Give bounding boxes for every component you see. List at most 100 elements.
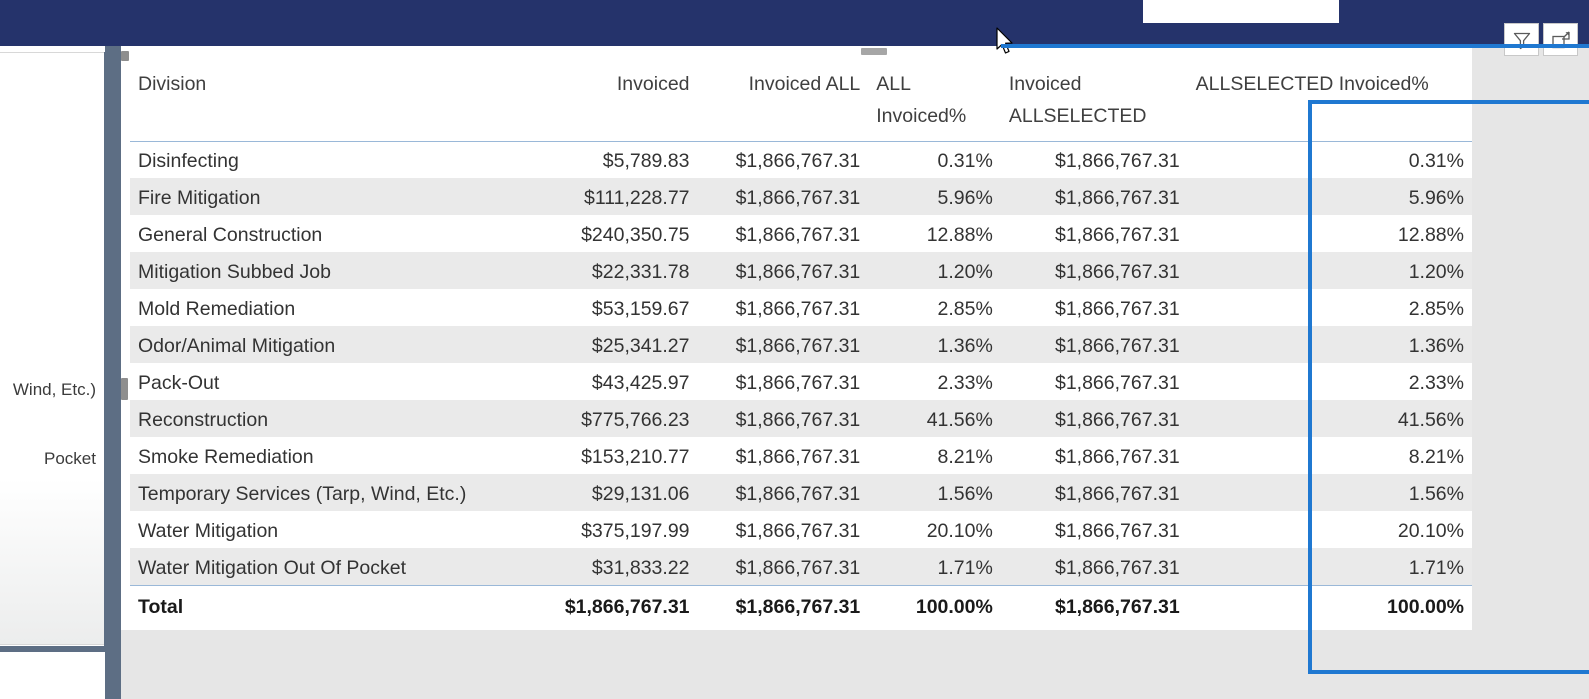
column-resize-handle-middle[interactable] <box>861 48 887 55</box>
visual-selection-accent <box>1001 44 1589 48</box>
cell-invoiced[interactable]: $375,197.99 <box>527 511 698 548</box>
cell-division[interactable]: Temporary Services (Tarp, Wind, Etc.) <box>130 474 527 511</box>
cell-invoiced[interactable]: $31,833.22 <box>526 548 698 585</box>
cell-invoiced[interactable]: $111,228.77 <box>526 178 698 215</box>
cell-invoiced-all[interactable]: $1,866,767.31 <box>698 289 869 326</box>
filter-button[interactable] <box>1504 23 1539 56</box>
cell-invoiced-allselected[interactable]: $1,866,767.31 <box>1000 400 1188 437</box>
table-row[interactable]: Odor/Animal Mitigation $25,341.27 $1,866,7… <box>130 326 1472 363</box>
cell-invoiced[interactable]: $240,350.75 <box>527 215 698 252</box>
column-header-invoiced-all[interactable]: Invoiced ALL <box>697 56 869 142</box>
cell-allselected-invoiced-pct[interactable]: 1.36% <box>1187 326 1472 363</box>
cell-all-invoiced-pct[interactable]: 1.36% <box>868 326 1001 363</box>
table-row[interactable]: Water Mitigation Out Of Pocket $31,833.22… <box>130 548 1472 585</box>
cell-invoiced[interactable]: $5,789.83 <box>527 141 698 178</box>
cell-invoiced-all[interactable]: $1,866,767.31 <box>698 215 869 252</box>
cell-division[interactable]: Fire Mitigation <box>130 178 527 215</box>
cell-all-invoiced-pct[interactable]: 1.71% <box>868 548 1001 585</box>
cell-allselected-invoiced-pct[interactable]: 1.20% <box>1187 252 1472 289</box>
cell-allselected-invoiced-pct[interactable]: 2.85% <box>1188 289 1472 326</box>
cell-invoiced-allselected[interactable]: $1,866,767.31 <box>1001 215 1188 252</box>
cell-invoiced-allselected[interactable]: $1,866,767.31 <box>1000 548 1188 585</box>
table-row[interactable]: Water Mitigation $375,197.99 $1,866,767.31… <box>130 511 1472 548</box>
table-row[interactable]: Smoke Remediation $153,210.77 $1,866,767.3… <box>130 437 1472 474</box>
cell-division[interactable]: Odor/Animal Mitigation <box>130 326 527 363</box>
cell-all-invoiced-pct[interactable]: 8.21% <box>868 437 1001 474</box>
cell-allselected-invoiced-pct[interactable]: 1.71% <box>1187 548 1472 585</box>
cell-allselected-invoiced-pct[interactable]: 12.88% <box>1188 215 1472 252</box>
table-row[interactable]: Temporary Services (Tarp, Wind, Etc.) $29… <box>130 474 1472 511</box>
cell-invoiced-all[interactable]: $1,866,767.31 <box>698 511 869 548</box>
ribbon-white-panel <box>1143 0 1339 23</box>
header-row: Division Invoiced Invoiced ALL ALL Invoi… <box>130 56 1472 142</box>
cell-invoiced-all[interactable]: $1,866,767.31 <box>698 141 869 178</box>
cell-all-invoiced-pct[interactable]: 1.56% <box>868 474 1001 511</box>
cell-invoiced-allselected[interactable]: $1,866,767.31 <box>1001 437 1188 474</box>
matrix-visual-container[interactable]: Division Invoiced Invoiced ALL ALL Invoi… <box>121 48 1589 699</box>
table-row[interactable]: Fire Mitigation $111,228.77 $1,866,767.31 5… <box>130 178 1472 215</box>
cell-invoiced-all[interactable]: $1,866,767.31 <box>697 178 869 215</box>
cell-invoiced-allselected[interactable]: $1,866,767.31 <box>1000 474 1188 511</box>
cell-allselected-invoiced-pct[interactable]: 41.56% <box>1187 400 1472 437</box>
cell-invoiced-allselected[interactable]: $1,866,767.31 <box>1000 252 1188 289</box>
row-resize-handle-left[interactable] <box>121 378 128 400</box>
table-row[interactable]: Mold Remediation $53,159.67 $1,866,767.31 2… <box>130 289 1472 326</box>
column-header-allselected-invoiced-pct[interactable]: ALLSELECTED Invoiced% <box>1187 56 1472 142</box>
cell-invoiced[interactable]: $43,425.97 <box>527 363 698 400</box>
cell-division[interactable]: Smoke Remediation <box>130 437 527 474</box>
cell-invoiced-all[interactable]: $1,866,767.31 <box>697 252 869 289</box>
cell-all-invoiced-pct[interactable]: 2.85% <box>868 289 1001 326</box>
cell-invoiced-all[interactable]: $1,866,767.31 <box>697 400 869 437</box>
cell-invoiced-allselected[interactable]: $1,866,767.31 <box>1001 289 1188 326</box>
cell-all-invoiced-pct[interactable]: 2.33% <box>868 363 1001 400</box>
cell-invoiced-allselected[interactable]: $1,866,767.31 <box>1000 326 1188 363</box>
cell-invoiced-all[interactable]: $1,866,767.31 <box>698 363 869 400</box>
cell-invoiced[interactable]: $153,210.77 <box>527 437 698 474</box>
cell-division[interactable]: Water Mitigation Out Of Pocket <box>130 548 527 585</box>
cell-division[interactable]: General Construction <box>130 215 527 252</box>
cell-invoiced-allselected[interactable]: $1,866,767.31 <box>1001 363 1188 400</box>
column-header-invoiced[interactable]: Invoiced <box>526 56 698 142</box>
cell-allselected-invoiced-pct[interactable]: 5.96% <box>1187 178 1472 215</box>
cell-invoiced[interactable]: $22,331.78 <box>526 252 698 289</box>
column-header-all-invoiced-pct[interactable]: ALL Invoiced% <box>868 56 1001 142</box>
cell-invoiced-all[interactable]: $1,866,767.31 <box>698 437 869 474</box>
cell-all-invoiced-pct[interactable]: 41.56% <box>868 400 1001 437</box>
column-header-invoiced-allselected[interactable]: Invoiced ALLSELECTED <box>1000 56 1188 142</box>
total-cell-allselected-invoiced-pct: 100.00% <box>1187 584 1472 625</box>
cell-allselected-invoiced-pct[interactable]: 0.31% <box>1188 141 1472 178</box>
cell-invoiced-all[interactable]: $1,866,767.31 <box>697 474 869 511</box>
table-row[interactable]: Pack-Out $43,425.97 $1,866,767.31 2.33% $1,8… <box>130 363 1472 400</box>
cell-invoiced-allselected[interactable]: $1,866,767.31 <box>1001 511 1188 548</box>
cell-invoiced[interactable]: $29,131.06 <box>526 474 698 511</box>
cell-all-invoiced-pct[interactable]: 20.10% <box>868 511 1001 548</box>
cell-invoiced-all[interactable]: $1,866,767.31 <box>697 548 869 585</box>
table-row[interactable]: Reconstruction $775,766.23 $1,866,767.31 41… <box>130 400 1472 437</box>
cell-invoiced[interactable]: $53,159.67 <box>527 289 698 326</box>
cell-invoiced-all[interactable]: $1,866,767.31 <box>697 326 869 363</box>
cell-invoiced[interactable]: $775,766.23 <box>526 400 698 437</box>
focus-mode-button[interactable] <box>1543 23 1578 56</box>
cell-allselected-invoiced-pct[interactable]: 1.56% <box>1187 474 1472 511</box>
cell-all-invoiced-pct[interactable]: 5.96% <box>868 178 1001 215</box>
cell-allselected-invoiced-pct[interactable]: 20.10% <box>1188 511 1472 548</box>
cell-division[interactable]: Pack-Out <box>130 363 527 400</box>
cell-invoiced[interactable]: $25,341.27 <box>526 326 698 363</box>
table-row[interactable]: General Construction $240,350.75 $1,866,76… <box>130 215 1472 252</box>
cell-division[interactable]: Reconstruction <box>130 400 527 437</box>
cell-all-invoiced-pct[interactable]: 12.88% <box>868 215 1001 252</box>
cell-allselected-invoiced-pct[interactable]: 8.21% <box>1188 437 1472 474</box>
cell-invoiced-allselected[interactable]: $1,866,767.31 <box>1001 141 1188 178</box>
cell-all-invoiced-pct[interactable]: 1.20% <box>868 252 1001 289</box>
cell-division[interactable]: Mitigation Subbed Job <box>130 252 527 289</box>
cell-all-invoiced-pct[interactable]: 0.31% <box>868 141 1001 178</box>
cell-division[interactable]: Mold Remediation <box>130 289 527 326</box>
cell-division[interactable]: Disinfecting <box>130 141 527 178</box>
cell-allselected-invoiced-pct[interactable]: 2.33% <box>1188 363 1472 400</box>
table-row[interactable]: Mitigation Subbed Job $22,331.78 $1,866,76… <box>130 252 1472 289</box>
cell-invoiced-allselected[interactable]: $1,866,767.31 <box>1000 178 1188 215</box>
column-header-division[interactable]: Division <box>130 56 527 142</box>
cell-division[interactable]: Water Mitigation <box>130 511 527 548</box>
table-row[interactable]: Disinfecting $5,789.83 $1,866,767.31 0.31% $… <box>130 141 1472 178</box>
column-resize-handle-left[interactable] <box>121 51 129 61</box>
